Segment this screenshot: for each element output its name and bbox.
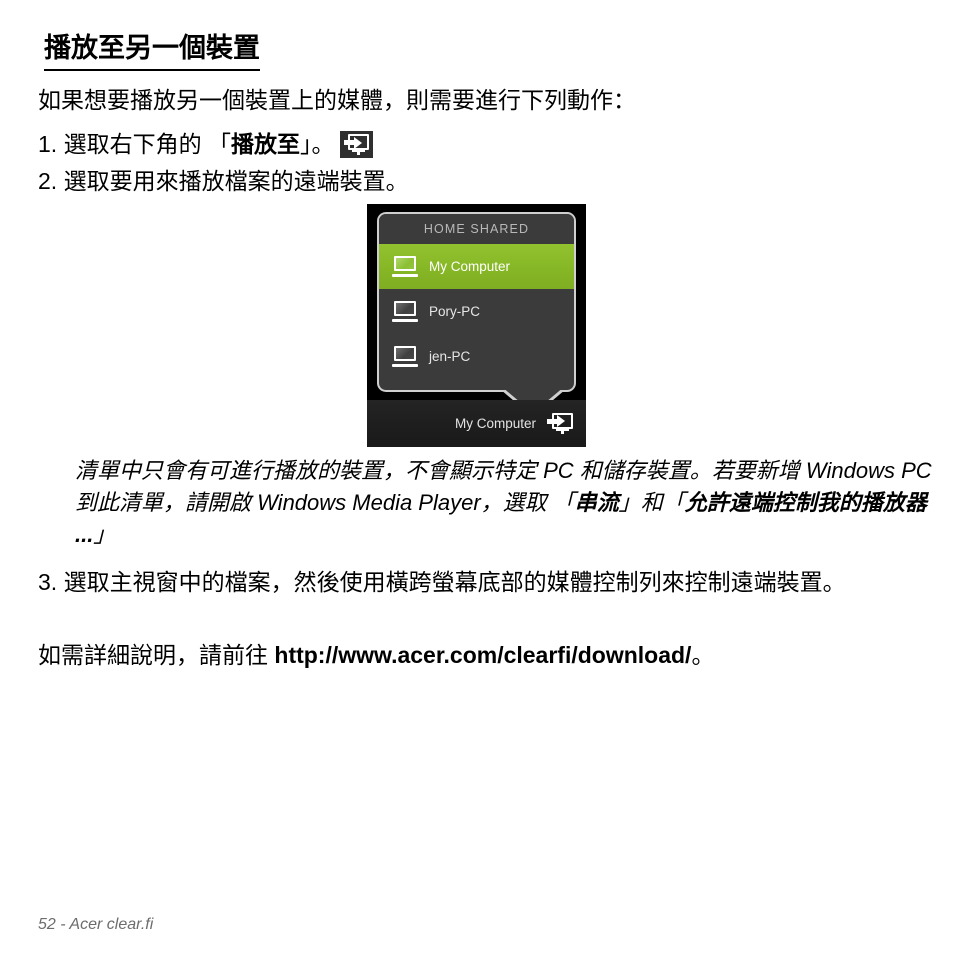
step-1: 1. 選取右下角的 「播放至」。 (38, 128, 374, 161)
device-label: My Computer (429, 259, 511, 274)
laptop-base (392, 364, 418, 367)
note-block: 清單中只會有可進行播放的裝置，不會顯示特定 PC 和儲存裝置。若要新增 Wind… (75, 455, 935, 551)
device-picker-frame: HOME SHARED My Computer Pory-PC jen-PC M… (367, 204, 586, 447)
page-footer: 52 - Acer clear.fi (38, 916, 154, 933)
step-1-number: 1. (38, 131, 58, 157)
more-info-suffix: 。 (691, 642, 715, 668)
note-bold-streaming: 串流 (574, 490, 619, 516)
step-3-body: 3. 選取主視窗中的檔案，然後使用橫跨螢幕底部的媒體控制列來控制遠端裝置。 (38, 566, 928, 599)
laptop-icon (392, 256, 418, 277)
intro-paragraph: 如果想要播放另一個裝置上的媒體，則需要進行下列動作： (38, 87, 636, 113)
arrow-head (354, 136, 363, 149)
laptop-screen (394, 301, 416, 316)
laptop-screen (394, 256, 416, 271)
device-label: jen-PC (429, 349, 471, 364)
media-control-bar: My Computer (367, 400, 586, 447)
device-picker-screenshot: HOME SHARED My Computer Pory-PC jen-PC M… (367, 204, 586, 447)
note-part-3: 」 (93, 522, 116, 548)
play-to-icon (340, 131, 374, 158)
laptop-icon (392, 301, 418, 322)
clearfi-download-url[interactable]: http://www.acer.com/clearfi/download/ (274, 642, 691, 668)
device-list-item-jen-pc[interactable]: jen-PC (379, 334, 574, 379)
laptop-base (392, 274, 418, 277)
device-list-item-pory-pc[interactable]: Pory-PC (379, 289, 574, 334)
step-2: 2. 選取要用來播放檔案的遠端裝置。 (38, 165, 409, 198)
note-part-2: 」和「 (618, 490, 685, 516)
more-info-line: 如需詳細說明，請前往 http://www.acer.com/clearfi/d… (38, 636, 714, 670)
monitor-base (556, 428, 569, 431)
more-info-prefix: 如需詳細說明，請前往 (38, 642, 275, 668)
laptop-screen (394, 346, 416, 361)
popup-header-label: HOME SHARED (379, 214, 574, 244)
monitor-base (352, 150, 366, 152)
current-device-label: My Computer (454, 416, 536, 431)
laptop-icon (392, 346, 418, 367)
manual-page: 播放至另一個裝置 如果想要播放另一個裝置上的媒體，則需要進行下列動作： 1. 選… (0, 0, 954, 954)
step-1-text-after: 」。 (299, 131, 335, 157)
step-3-text: 選取主視窗中的檔案，然後使用橫跨螢幕底部的媒體控制列來控制遠端裝置。 (63, 569, 846, 595)
arrow-head (557, 415, 565, 427)
step-3: 3. 選取主視窗中的檔案，然後使用橫跨螢幕底部的媒體控制列來控制遠端裝置。 (38, 566, 928, 599)
home-shared-popup: HOME SHARED My Computer Pory-PC jen-PC (377, 212, 576, 392)
step-1-bold-term: 播放至 (230, 131, 300, 157)
device-list: My Computer Pory-PC jen-PC (379, 244, 574, 379)
device-list-item-my-computer[interactable]: My Computer (379, 244, 574, 289)
play-to-icon[interactable] (547, 412, 573, 435)
step-2-text: 選取要用來播放檔案的遠端裝置。 (63, 168, 409, 194)
page-title: 播放至另一個裝置 (44, 32, 260, 72)
device-label: Pory-PC (429, 304, 481, 319)
play-to-glyph (344, 134, 370, 155)
step-1-text-before: 選取右下角的 「 (63, 131, 231, 157)
step-3-number: 3. (38, 569, 58, 595)
laptop-base (392, 319, 418, 322)
step-2-number: 2. (38, 168, 58, 194)
